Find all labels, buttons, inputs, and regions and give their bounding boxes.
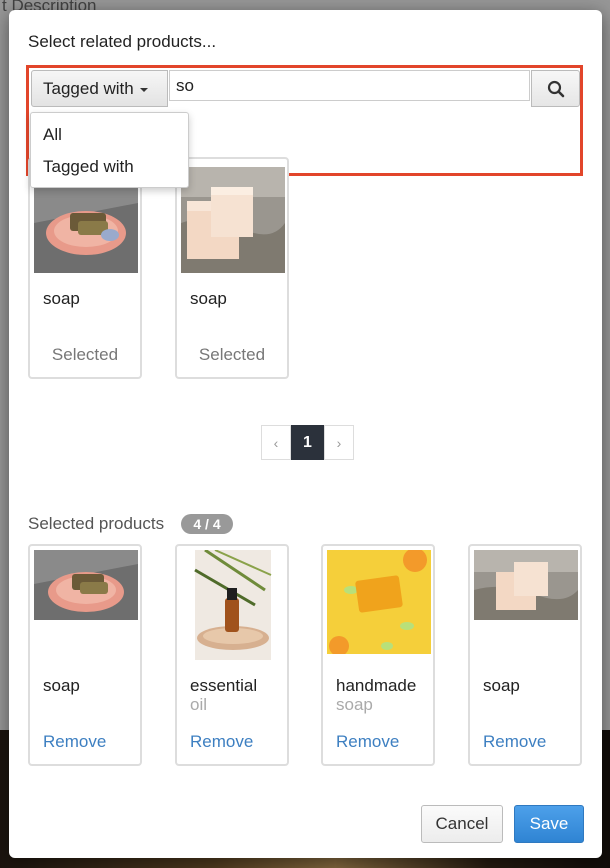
selected-name: soap	[483, 676, 520, 695]
modal-title: Select related products...	[28, 32, 217, 51]
filter-dropdown-button[interactable]: Tagged with	[31, 70, 168, 107]
selected-name: essential	[190, 676, 258, 695]
cancel-button[interactable]: Cancel	[421, 805, 503, 843]
result-card[interactable]: soap Selected	[28, 157, 142, 379]
pagination-next[interactable]: ›	[324, 425, 354, 460]
caret-down-icon	[139, 87, 148, 92]
pagination-page[interactable]: 1	[291, 425, 324, 460]
product-image-soap-on-dish	[34, 550, 138, 620]
remove-link[interactable]: Remove	[190, 732, 253, 752]
selected-subname: soap	[336, 695, 373, 714]
product-image-soap-bars-on-mat	[474, 550, 578, 620]
remove-link[interactable]: Remove	[483, 732, 546, 752]
product-image-soap-bars-on-mat	[181, 163, 285, 273]
search-icon	[547, 80, 564, 97]
selected-card: essential oil Remove	[175, 544, 289, 766]
result-name: soap	[190, 289, 227, 308]
filter-dropdown-menu: All Tagged with	[30, 112, 189, 188]
search-input[interactable]	[169, 70, 530, 101]
selected-products-label: Selected products	[28, 514, 165, 533]
filter-dropdown-label: Tagged with	[43, 78, 134, 98]
selected-count-badge: 4 / 4	[181, 514, 233, 534]
product-image-essential-oil-bottle	[194, 550, 272, 660]
selected-subname: oil	[190, 695, 208, 714]
selected-name: soap	[43, 676, 80, 695]
selected-card: handmade soap Remove	[321, 544, 435, 766]
dropdown-option-tagged-with[interactable]: Tagged with	[43, 157, 134, 177]
pagination: ‹ 1 ›	[261, 425, 354, 460]
result-status: Selected	[51, 345, 119, 364]
related-products-modal: Select related products... Tagged with A…	[9, 10, 602, 858]
remove-link[interactable]: Remove	[336, 732, 399, 752]
result-name: soap	[43, 289, 80, 308]
pagination-prev[interactable]: ‹	[261, 425, 291, 460]
product-image-handmade-soap-yellow	[327, 550, 431, 654]
selected-card: soap Remove	[28, 544, 142, 766]
save-button[interactable]: Save	[514, 805, 584, 843]
dropdown-option-all[interactable]: All	[43, 125, 62, 145]
result-card[interactable]: soap Selected	[175, 157, 289, 379]
remove-link[interactable]: Remove	[43, 732, 106, 752]
selected-name: handmade	[336, 676, 417, 695]
result-status: Selected	[198, 345, 266, 364]
selected-card: soap Remove	[468, 544, 582, 766]
search-button[interactable]	[531, 70, 580, 107]
